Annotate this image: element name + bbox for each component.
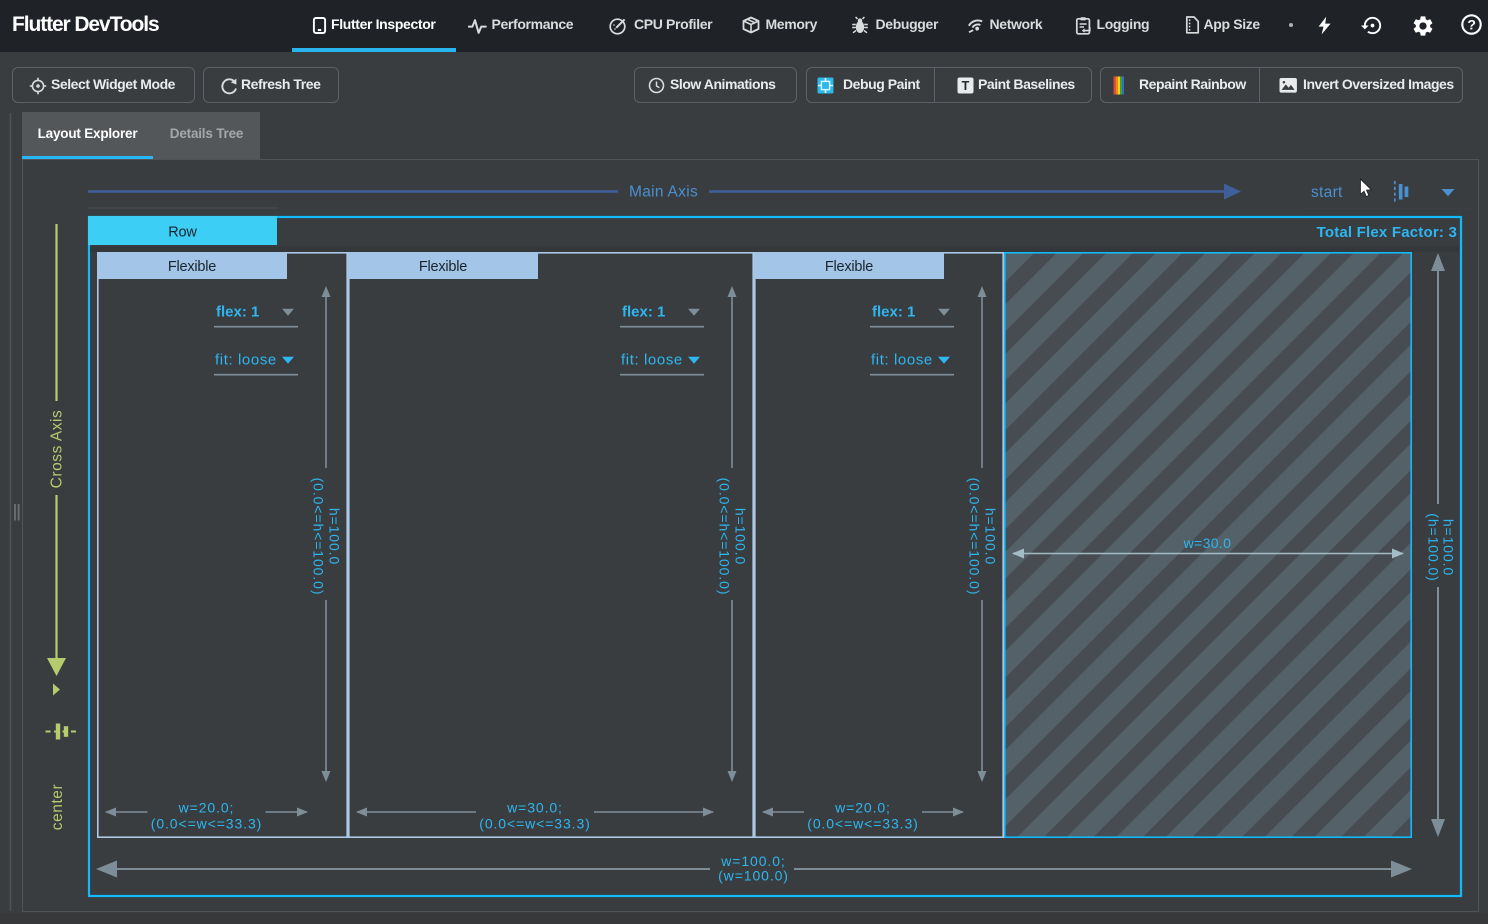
svg-text:h=100.0: h=100.0: [733, 508, 749, 565]
svg-text:fit: loose: fit: loose: [621, 352, 683, 369]
svg-text:Total Flex Factor: 3: Total Flex Factor: 3: [1317, 224, 1457, 241]
svg-text:h=100.0: h=100.0: [1440, 519, 1456, 576]
svg-text:(0.0<=w<=33.3): (0.0<=w<=33.3): [479, 816, 590, 832]
svg-text:(h=100.0): (h=100.0): [1426, 513, 1442, 581]
svg-text:center: center: [49, 784, 66, 830]
svg-text:h=100.0: h=100.0: [983, 508, 999, 565]
svg-text:fit: loose: fit: loose: [215, 352, 277, 369]
svg-text:h=100.0: h=100.0: [327, 508, 343, 565]
svg-text:(0.0<=h<=100.0): (0.0<=h<=100.0): [717, 478, 733, 596]
svg-text:(0.0<=w<=33.3): (0.0<=w<=33.3): [151, 816, 262, 832]
svg-text:flex: 1: flex: 1: [622, 304, 665, 321]
svg-text:Flexible: Flexible: [825, 259, 873, 275]
svg-text:Flexible: Flexible: [168, 259, 216, 275]
svg-text:(w=100.0): (w=100.0): [718, 868, 789, 884]
svg-text:fit: loose: fit: loose: [871, 352, 933, 369]
svg-text:Cross Axis: Cross Axis: [49, 410, 66, 489]
svg-text:(0.0<=w<=33.3): (0.0<=w<=33.3): [807, 816, 918, 832]
svg-text:(0.0<=h<=100.0): (0.0<=h<=100.0): [311, 478, 327, 596]
svg-text:flex: 1: flex: 1: [872, 304, 915, 321]
svg-text:w=30.0;: w=30.0;: [506, 800, 563, 816]
svg-text:Main Axis: Main Axis: [629, 184, 698, 201]
svg-text:Flexible: Flexible: [419, 259, 467, 275]
svg-text:w=20.0;: w=20.0;: [834, 800, 891, 816]
svg-text:w=30.0: w=30.0: [1183, 535, 1232, 551]
svg-text:(0.0<=h<=100.0): (0.0<=h<=100.0): [967, 478, 983, 596]
svg-text:w=20.0;: w=20.0;: [178, 800, 235, 816]
svg-text:Row: Row: [168, 225, 197, 241]
svg-text:start: start: [1311, 184, 1343, 201]
svg-text:flex: 1: flex: 1: [216, 304, 259, 321]
